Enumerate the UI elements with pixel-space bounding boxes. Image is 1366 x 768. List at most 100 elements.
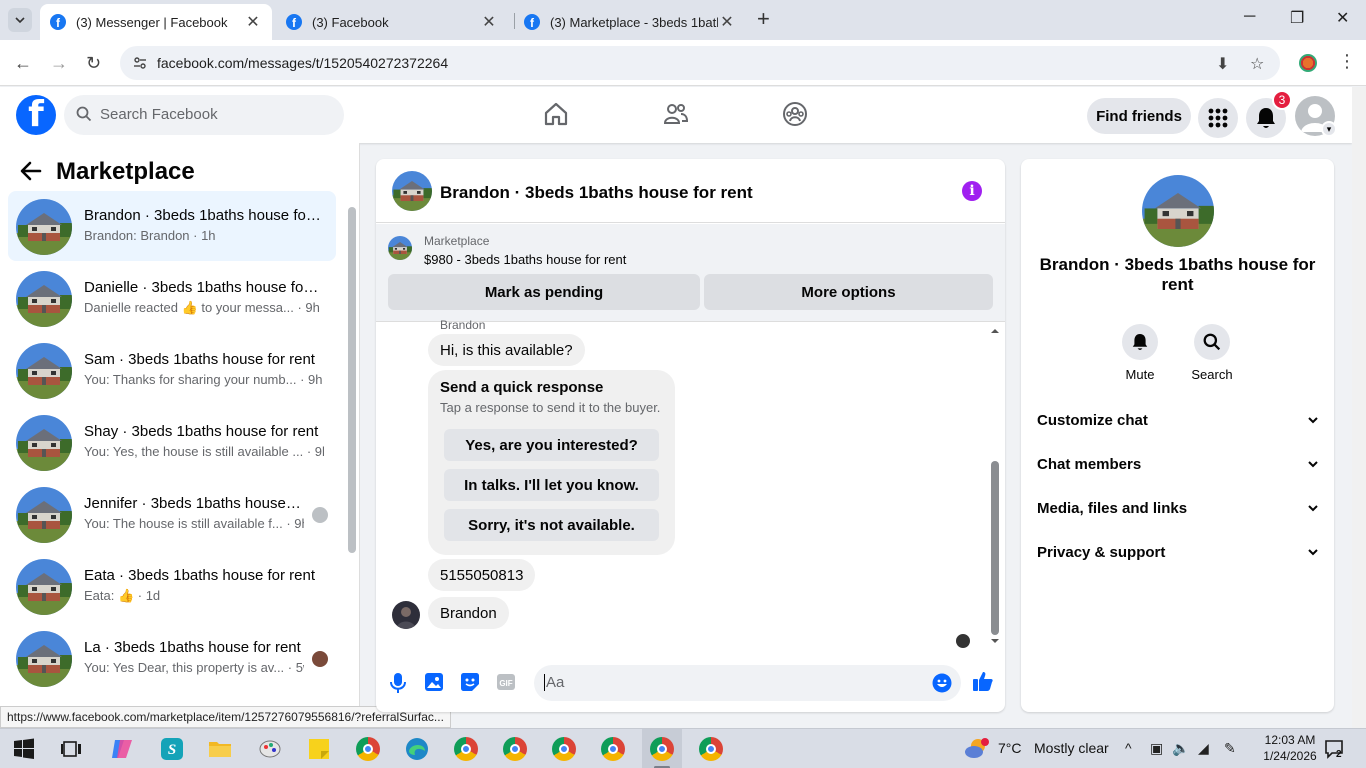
photo-icon[interactable] (424, 672, 444, 692)
message-bubble[interactable]: Brandon (428, 597, 509, 629)
chrome-icon[interactable] (356, 737, 380, 761)
restore-icon[interactable]: ❐ (1290, 8, 1304, 28)
page-scrollbar[interactable] (1352, 87, 1366, 728)
task-view-icon[interactable] (60, 737, 84, 761)
browser-menu-icon[interactable]: ⋮ (1338, 51, 1356, 72)
thumbs-up-icon[interactable] (972, 670, 994, 692)
emoji-icon[interactable] (932, 673, 952, 693)
find-friends-button[interactable]: Find friends (1087, 98, 1191, 134)
message-input[interactable]: Aa (534, 665, 961, 701)
section-customize-chat[interactable]: Customize chat (1037, 405, 1319, 435)
close-tab-icon[interactable]: ✕ (480, 12, 498, 32)
section-media-files-links[interactable]: Media, files and links (1037, 493, 1319, 523)
weather-condition[interactable]: Mostly clear (1034, 740, 1109, 756)
install-app-icon[interactable]: ⬇ (1216, 54, 1229, 74)
conversation-avatar[interactable] (1142, 175, 1214, 247)
menu-grid-button[interactable] (1198, 98, 1238, 138)
facebook-favicon-icon: f (50, 14, 66, 30)
back-icon[interactable]: ← (14, 53, 32, 74)
copilot-icon[interactable] (110, 737, 134, 761)
minimize-icon[interactable]: ─ (1244, 8, 1255, 26)
sticker-icon[interactable] (460, 672, 480, 692)
back-arrow-icon[interactable] (20, 160, 42, 182)
chrome-profile-icon[interactable] (552, 737, 576, 761)
microphone-icon[interactable] (388, 672, 408, 694)
tab-facebook[interactable]: f (3) Facebook ✕ (276, 4, 508, 40)
quick-response-in-talks[interactable]: In talks. I'll let you know. (444, 469, 659, 501)
file-explorer-icon[interactable] (208, 737, 232, 761)
weather-icon[interactable] (964, 737, 990, 761)
scroll-up-icon[interactable] (988, 326, 1002, 336)
chrome-profile-icon[interactable] (454, 737, 478, 761)
svg-text:S: S (168, 742, 176, 758)
new-tab-icon[interactable]: + (757, 8, 770, 30)
conversation-brandon[interactable]: Brandon · 3beds 1baths house for rent Br… (8, 191, 336, 261)
tab-search-button[interactable] (8, 8, 32, 32)
chrome-profile-icon[interactable] (503, 737, 527, 761)
message-bubble[interactable]: Hi, is this available? (428, 334, 585, 366)
search-facebook-input[interactable]: Search Facebook (64, 95, 344, 135)
facebook-logo-icon[interactable]: f (16, 95, 56, 135)
info-icon[interactable]: i (962, 181, 982, 201)
edge-icon[interactable] (405, 737, 429, 761)
sidebar-scrollbar[interactable] (347, 195, 357, 715)
chrome-profile-icon[interactable] (699, 737, 723, 761)
bookmark-star-icon[interactable]: ☆ (1250, 54, 1264, 74)
account-chevron-icon[interactable]: ▾ (1321, 121, 1337, 137)
conversation-danielle[interactable]: Danielle · 3beds 1baths house for rent D… (8, 263, 336, 333)
volume-icon[interactable]: 🔈 (1172, 740, 1189, 757)
pen-icon[interactable]: ✎ (1224, 740, 1236, 757)
mark-as-pending-button[interactable]: Mark as pending (388, 274, 700, 310)
groups-icon[interactable] (782, 101, 808, 127)
friends-icon[interactable] (663, 101, 689, 127)
conversation-eata[interactable]: Eata · 3beds 1baths house for rent Eata:… (8, 551, 336, 621)
chat-avatar[interactable] (392, 171, 432, 211)
gif-icon[interactable]: GIF (496, 672, 516, 692)
chevron-down-icon (1308, 549, 1318, 556)
quick-response-not-available[interactable]: Sorry, it's not available. (444, 509, 659, 541)
chrome-active-icon[interactable] (650, 737, 674, 761)
section-chat-members[interactable]: Chat members (1037, 449, 1319, 479)
omnibox[interactable]: facebook.com/messages/t/1520540272372264… (120, 46, 1280, 80)
chat-title[interactable]: Brandon · 3beds 1baths house for rent (440, 183, 753, 203)
weather-temperature[interactable]: 7°C (998, 740, 1022, 756)
meet-now-icon[interactable]: ▣ (1150, 740, 1163, 757)
app-s-icon[interactable]: S (160, 737, 184, 761)
more-options-button[interactable]: More options (704, 274, 993, 310)
tab-marketplace[interactable]: f (3) Marketplace - 3beds 1baths ✕ (514, 4, 746, 40)
windows-start-icon[interactable] (12, 737, 36, 761)
conversation-shay[interactable]: Shay · 3beds 1baths house for rent You: … (8, 407, 336, 477)
sticky-notes-icon[interactable] (307, 737, 331, 761)
message-bubble[interactable]: 5155050813 (428, 559, 536, 591)
chat-scrollbar[interactable] (988, 324, 1002, 646)
site-info-icon[interactable] (132, 55, 148, 71)
show-hidden-icons-icon[interactable]: ^ (1125, 740, 1132, 756)
close-tab-icon[interactable]: ✕ (244, 12, 262, 32)
section-privacy-support[interactable]: Privacy & support (1037, 537, 1319, 567)
search-conversation-button[interactable]: Search (1182, 324, 1242, 382)
scroll-down-icon[interactable] (988, 636, 1002, 646)
forward-icon[interactable]: → (50, 53, 68, 74)
conversation-sam[interactable]: Sam · 3beds 1baths house for rent You: T… (8, 335, 336, 405)
paint-icon[interactable] (258, 737, 282, 761)
listing-price[interactable]: $980 - 3beds 1baths house for rent (424, 252, 626, 267)
notification-center-icon[interactable] (1324, 739, 1346, 759)
system-clock[interactable]: 12:03 AM 1/24/2026 (1258, 732, 1322, 764)
mute-button[interactable]: Mute (1110, 324, 1170, 382)
sidebar-scroll-thumb[interactable] (348, 207, 356, 553)
extension-icon[interactable] (1299, 54, 1317, 72)
network-icon[interactable]: ◢ (1198, 740, 1209, 757)
conversation-jennifer[interactable]: Jennifer · 3beds 1baths house for rent Y… (8, 479, 336, 549)
url-text[interactable]: facebook.com/messages/t/1520540272372264 (157, 55, 448, 71)
conversation-la[interactable]: La · 3beds 1baths house for rent You: Ye… (8, 623, 336, 693)
home-icon[interactable] (543, 101, 569, 127)
sender-avatar[interactable] (392, 601, 420, 629)
quick-response-yes[interactable]: Yes, are you interested? (444, 429, 659, 461)
listing-thumbnail[interactable] (388, 236, 412, 260)
close-tab-icon[interactable]: ✕ (718, 12, 736, 32)
chrome-profile-icon[interactable] (601, 737, 625, 761)
reload-icon[interactable]: ↻ (86, 53, 101, 74)
close-window-icon[interactable]: ✕ (1336, 8, 1349, 28)
chat-scroll-thumb[interactable] (991, 461, 999, 635)
tab-messenger[interactable]: f (3) Messenger | Facebook ✕ (40, 4, 272, 40)
